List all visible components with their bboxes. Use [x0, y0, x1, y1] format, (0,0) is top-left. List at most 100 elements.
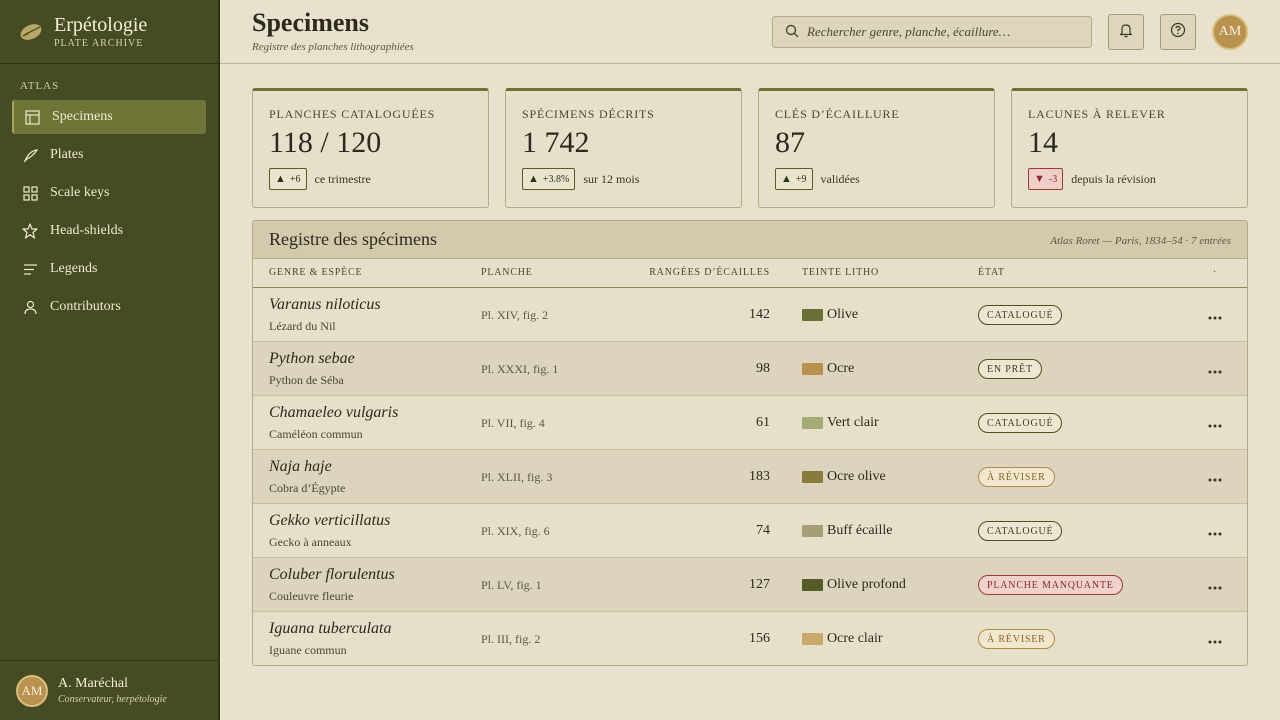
kpi-card: CLÉS D’ÉCAILLURE 87 ▲ +9 validées	[758, 88, 995, 208]
common-name: Iguane commun	[269, 643, 347, 657]
status-badge: EN PRÊT	[978, 359, 1042, 379]
sidebar-item-scale-keys[interactable]: Scale keys	[12, 176, 206, 210]
column-headers: GENRE & ESPÈCE PLANCHE RANGÉES D’ÉCAILLE…	[253, 259, 1247, 288]
kpi-note: sur 12 mois	[583, 171, 640, 186]
table-row[interactable]: Varanus niloticus Lézard du Nil Pl. XIV,…	[253, 288, 1247, 342]
kpi-note: ce trimestre	[314, 171, 371, 186]
kpi-delta-badge: ▼ -3	[1028, 168, 1064, 190]
common-name: Lézard du Nil	[269, 319, 336, 333]
kpi-delta-value: +9	[795, 173, 807, 185]
table-row[interactable]: Iguana tuberculata Iguane commun Pl. III…	[253, 612, 1247, 665]
status-badge: À RÉVISER	[978, 629, 1055, 649]
plate-ref: Pl. XLII, fig. 3	[481, 470, 553, 484]
triangle-up-icon: ▲	[275, 173, 286, 185]
row-actions-button[interactable]	[1203, 356, 1227, 380]
plate-ref: Pl. XIX, fig. 6	[481, 524, 550, 538]
brand-subtitle: PLATE ARCHIVE	[54, 37, 144, 49]
kpi-card: LACUNES À RELEVER 14 ▼ -3 depuis la révis…	[1011, 88, 1248, 208]
avatar: AM	[16, 674, 48, 707]
header: Specimens Registre des planches lithogra…	[220, 0, 1280, 64]
sidebar-item-contributors[interactable]: Contributors	[12, 290, 206, 324]
scale-rows-value: 142	[749, 307, 770, 322]
sidebar-item-head-shields[interactable]: Head-shields	[12, 214, 206, 248]
scale-rows-value: 183	[749, 469, 770, 484]
tint-cell: Ocre	[802, 361, 854, 377]
sidebar-nav: Specimens Plates Scale keys Head-shields…	[0, 100, 218, 324]
quill-icon	[22, 147, 38, 163]
row-actions-button[interactable]	[1203, 464, 1227, 488]
status-badge: CATALOGUÉ	[978, 413, 1063, 433]
help-button[interactable]	[1160, 14, 1196, 50]
specimen-register: Registre des spécimens Atlas Roret — Par…	[252, 220, 1248, 666]
row-actions-button[interactable]	[1203, 626, 1227, 650]
tint-swatch	[802, 363, 823, 375]
column-header-status[interactable]: ÉTAT	[978, 267, 1005, 278]
table-row[interactable]: Coluber florulentus Couleuvre fleurie Pl…	[253, 558, 1247, 612]
sidebar-item-label: Legends	[50, 261, 98, 276]
sidebar-item-plates[interactable]: Plates	[12, 138, 206, 172]
more-icon	[1208, 413, 1222, 432]
kpi-note: validées	[820, 171, 860, 186]
more-icon	[1208, 305, 1222, 324]
column-header-scale-rows[interactable]: RANGÉES D’ÉCAILLES	[649, 267, 770, 278]
star-icon	[22, 223, 38, 239]
more-icon	[1208, 359, 1222, 378]
row-actions-button[interactable]	[1203, 572, 1227, 596]
table-row[interactable]: Chamaeleo vulgaris Caméléon commun Pl. V…	[253, 396, 1247, 450]
species-name: Python sebae	[269, 350, 355, 367]
tint-swatch	[802, 525, 823, 537]
column-header-actions: ·	[1213, 267, 1218, 278]
species-name: Coluber florulentus	[269, 566, 395, 583]
tint-label: Ocre clair	[827, 631, 883, 646]
column-header-tint[interactable]: TEINTE LITHO	[802, 267, 879, 278]
more-icon	[1208, 521, 1222, 540]
scale-rows-value: 98	[756, 361, 770, 376]
tint-swatch	[802, 417, 823, 429]
tint-swatch	[802, 579, 823, 591]
row-actions-button[interactable]	[1203, 302, 1227, 326]
table-row[interactable]: Gekko verticillatus Gecko à anneaux Pl. …	[253, 504, 1247, 558]
table-meta: Atlas Roret — Paris, 1834–54 · 7 entrées	[1050, 235, 1231, 247]
brand[interactable]: Erpétologie PLATE ARCHIVE	[0, 0, 218, 64]
kpi-value: 14	[1028, 126, 1058, 159]
lizard-leaf-icon	[20, 23, 42, 40]
species-name: Chamaeleo vulgaris	[269, 404, 399, 421]
search-input[interactable]	[807, 24, 1077, 40]
status-badge: CATALOGUÉ	[978, 305, 1063, 325]
search-icon	[785, 23, 799, 42]
row-actions-button[interactable]	[1203, 518, 1227, 542]
user-role: Conservateur, herpétologie	[58, 694, 167, 705]
table-row[interactable]: Python sebae Python de Séba Pl. XXXI, fi…	[253, 342, 1247, 396]
tint-label: Olive	[827, 307, 859, 322]
plate-ref: Pl. XIV, fig. 2	[481, 308, 549, 322]
row-actions-button[interactable]	[1203, 410, 1227, 434]
status-badge: PLANCHE MANQUANTE	[978, 575, 1123, 595]
tint-swatch	[802, 633, 823, 645]
common-name: Caméléon commun	[269, 427, 363, 441]
kpi-delta-badge: ▲ +6	[269, 168, 307, 190]
kpi-delta-value: -3	[1048, 173, 1058, 185]
brand-title: Erpétologie	[54, 13, 148, 36]
tint-label: Olive profond	[827, 577, 906, 592]
sidebar-item-specimens[interactable]: Specimens	[12, 100, 206, 134]
user-profile[interactable]: AM A. Maréchal Conservateur, herpétologi…	[0, 660, 218, 720]
column-header-plate[interactable]: PLANCHE	[481, 267, 533, 278]
tint-swatch	[802, 471, 823, 483]
more-icon	[1208, 629, 1222, 648]
species-name: Naja haje	[269, 458, 332, 475]
table-header: Registre des spécimens Atlas Roret — Par…	[253, 221, 1247, 259]
triangle-up-icon: ▲	[528, 173, 539, 185]
sidebar-item-legends[interactable]: Legends	[12, 252, 206, 286]
tint-cell: Ocre olive	[802, 469, 886, 485]
plate-ref: Pl. XXXI, fig. 1	[481, 362, 559, 376]
sidebar-item-label: Plates	[50, 147, 84, 162]
grid-icon	[22, 185, 38, 201]
tint-label: Ocre olive	[827, 469, 886, 484]
header-avatar[interactable]: AM	[1212, 14, 1248, 50]
kpi-card: SPÉCIMENS DÉCRITS 1 742 ▲ +3.8% sur 12 mo…	[505, 88, 742, 208]
column-header-species[interactable]: GENRE & ESPÈCE	[269, 267, 362, 278]
kpi-value: 87	[775, 126, 805, 159]
table-row[interactable]: Naja haje Cobra d’Égypte Pl. XLII, fig. …	[253, 450, 1247, 504]
nav-section-title: ATLAS	[20, 80, 60, 92]
notifications-button[interactable]	[1108, 14, 1144, 50]
